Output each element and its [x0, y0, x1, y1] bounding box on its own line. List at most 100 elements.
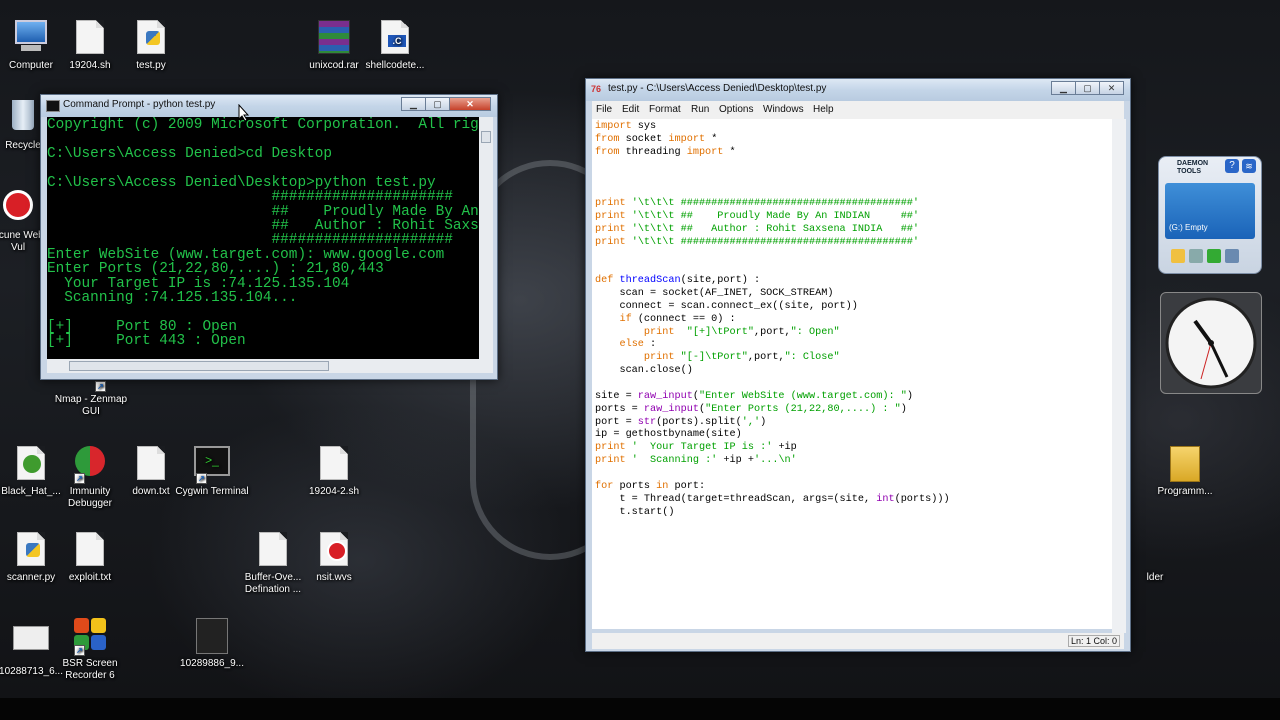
desktop-icon-19204-2-sh[interactable]: 19204-2.sh [297, 446, 371, 498]
console-line: Copyright (c) 2009 Microsoft Corporation… [47, 117, 479, 133]
cmd-window[interactable]: Command Prompt - python test.py ▁ ▢ ✕ Co… [40, 94, 498, 380]
desktop-icon-test-py[interactable]: test.py [114, 20, 188, 72]
menu-windows[interactable]: Windows [763, 104, 804, 115]
image-file-icon [194, 618, 230, 654]
add-drive-icon[interactable] [1207, 249, 1221, 263]
screen-bottom-bar [0, 698, 1280, 720]
help-icon[interactable]: ? [1225, 159, 1239, 173]
desktop-icon-label: shellcodete... [365, 60, 425, 71]
code-line: from threading import * [595, 146, 736, 158]
folder-icon [1167, 446, 1203, 482]
desktop-icon-label: Nmap - Zenmap GUI [54, 394, 128, 417]
image-icon[interactable] [1189, 249, 1203, 263]
console-line: ## Author : Rohit Saxsena I [47, 218, 479, 234]
close-button[interactable]: ✕ [1099, 81, 1124, 95]
code-line: scan = socket(AF_INET, SOCK_STREAM) [595, 288, 834, 300]
cmd-vertical-scrollbar[interactable] [479, 117, 493, 359]
code-line: def threadScan(site,port) : [595, 275, 761, 287]
desktop-icon-nsit-wvs[interactable]: nsit.wvs [297, 532, 371, 584]
code-editor[interactable]: import sys from socket import * from threa… [592, 119, 1112, 629]
desktop-icon-exploit-txt[interactable]: exploit.txt [53, 532, 127, 584]
maximize-button[interactable]: ▢ [1075, 81, 1100, 95]
cmd-icon [46, 100, 60, 112]
scrollbar-thumb[interactable] [481, 131, 491, 143]
text-file-icon [133, 446, 169, 482]
mount-icon[interactable] [1171, 249, 1185, 263]
rar-archive-icon [316, 20, 352, 56]
settings-icon[interactable] [1225, 249, 1239, 263]
code-line: else : [619, 339, 657, 351]
file-icon [255, 532, 291, 568]
daemon-toolbar [1171, 249, 1251, 265]
cmd-titlebar[interactable]: Command Prompt - python test.py ▁ ▢ ✕ [41, 95, 497, 117]
code-line: print '\t\t\t ## Author : Rohit Saxsena … [595, 223, 920, 235]
drive-status: (G:) Empty [1169, 223, 1208, 232]
code-line: print ' Your Target IP is :' +ip [595, 442, 797, 454]
code-line: print ' Scanning :' +ip +'...\n' [595, 455, 797, 467]
console-line: ##################### [47, 189, 453, 205]
console-line: C:\Users\Access Denied\Desktop>python te… [47, 175, 436, 191]
idle-titlebar[interactable]: 76 test.py - C:\Users\Access Denied\Desk… [586, 79, 1130, 101]
desktop-icon-nmap[interactable]: ↗ Nmap - Zenmap GUI [54, 374, 128, 418]
desktop-icon-shellcode[interactable]: .C shellcodete... [358, 20, 432, 72]
scrollbar-thumb[interactable] [69, 361, 329, 371]
desktop-icon-bsr-recorder[interactable]: ↗ BSR Screen Recorder 6 [53, 618, 127, 682]
code-line: site = raw_input("Enter WebSite (www.tar… [595, 390, 913, 402]
file-icon [72, 20, 108, 56]
cmd-horizontal-scrollbar[interactable] [47, 359, 493, 373]
console-line: C:\Users\Access Denied>cd Desktop [47, 146, 332, 162]
menu-file[interactable]: File [596, 104, 612, 115]
code-line: ports = raw_input("Enter Ports (21,22,80… [595, 403, 907, 415]
image-file-icon [13, 626, 49, 662]
cygwin-terminal-icon: >_ ↗ [194, 446, 230, 484]
torrent-file-icon [13, 446, 49, 482]
code-line: for ports in port: [595, 480, 706, 492]
desktop-icon-label: 10289886_9... [180, 658, 244, 669]
code-line: connect = scan.connect_ex((site, port)) [595, 300, 858, 312]
console-line: ##################### [47, 232, 453, 248]
idle-status-bar: Ln: 1 Col: 0 [592, 633, 1124, 649]
idle-title: test.py - C:\Users\Access Denied\Desktop… [608, 83, 827, 94]
code-line: print "[-]\tPort",port,": Close" [643, 352, 840, 364]
close-button[interactable]: ✕ [449, 97, 491, 111]
clock-gadget[interactable] [1160, 292, 1262, 394]
console-line: [+] Port 80 : Open [47, 319, 237, 335]
desktop-icon-label: 19204-2.sh [308, 486, 360, 497]
maximize-button[interactable]: ▢ [425, 97, 450, 111]
daemon-tools-gadget[interactable]: DAEMON TOOLS ? ≋ (G:) Empty [1158, 156, 1262, 274]
menu-options[interactable]: Options [719, 104, 753, 115]
menu-run[interactable]: Run [691, 104, 709, 115]
virtual-drive-panel[interactable]: (G:) Empty [1165, 183, 1255, 239]
desktop-icon-programs[interactable]: Programm... [1148, 446, 1222, 498]
code-line: t = Thread(target=threadScan, args=(site… [595, 493, 950, 505]
minimize-button[interactable]: ▁ [401, 97, 426, 111]
code-line: from socket import * [595, 133, 718, 145]
idle-editor-window[interactable]: 76 test.py - C:\Users\Access Denied\Desk… [585, 78, 1131, 652]
rss-icon[interactable]: ≋ [1242, 159, 1256, 173]
desktop-icon-10289886[interactable]: 10289886_9... [175, 618, 249, 670]
recycle-bin-icon [5, 100, 41, 136]
cmd-console-output[interactable]: Copyright (c) 2009 Microsoft Corporation… [47, 117, 479, 359]
folder-icon [1137, 532, 1173, 568]
menu-format[interactable]: Format [649, 104, 681, 115]
code-line: print '\t\t\t ##########################… [595, 198, 920, 210]
editor-vertical-scrollbar[interactable] [1112, 119, 1126, 633]
cursor-position: Ln: 1 Col: 0 [1067, 635, 1120, 647]
desktop-icon-label: nsit.wvs [316, 572, 352, 583]
minimize-button[interactable]: ▁ [1051, 81, 1076, 95]
code-line: t.start() [595, 506, 675, 518]
daemon-tools-title: DAEMON TOOLS [1177, 160, 1209, 175]
code-line: ip = gethostbyname(site) [595, 429, 742, 441]
c-source-file-icon: .C [377, 20, 413, 56]
menu-edit[interactable]: Edit [622, 104, 639, 115]
code-line: print "[+]\tPort",port,": Open" [643, 326, 840, 338]
python-file-icon [133, 20, 169, 56]
menu-help[interactable]: Help [813, 104, 834, 115]
file-icon [316, 446, 352, 482]
analog-clock-icon [1165, 297, 1257, 389]
cmd-title: Command Prompt - python test.py [63, 99, 216, 110]
console-line: [+] Port 443 : Open [47, 333, 246, 349]
console-line: Your Target IP is :74.125.135.104 [47, 276, 350, 292]
desktop-icon-cygwin[interactable]: >_ ↗ Cygwin Terminal [175, 446, 249, 498]
desktop-icon-label: exploit.txt [68, 572, 112, 583]
